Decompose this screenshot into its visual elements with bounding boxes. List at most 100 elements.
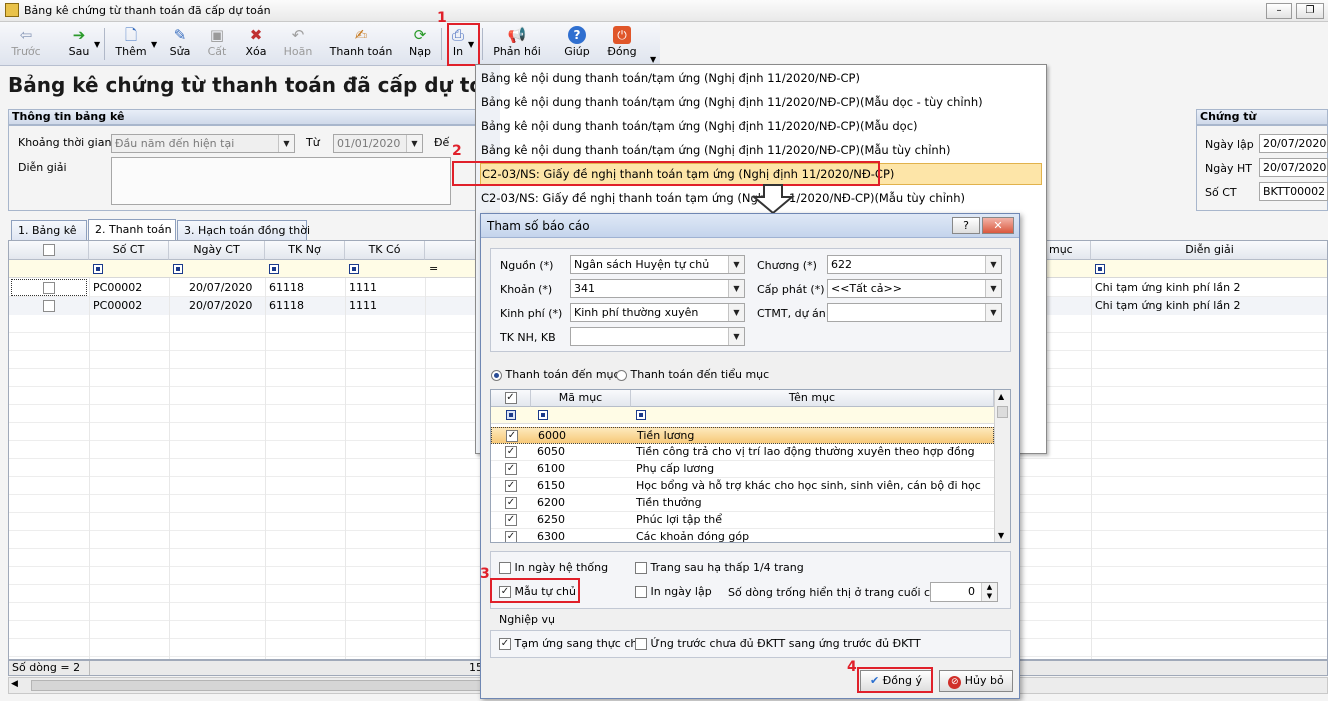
chevron-down-icon[interactable]: ▼: [728, 256, 744, 273]
item-select[interactable]: 341 ▼: [570, 279, 745, 298]
close-button[interactable]: ⏻ Đóng: [604, 24, 640, 64]
checkbox-icon[interactable]: [499, 562, 511, 574]
radio-tieumuc[interactable]: Thanh toán đến tiểu mục: [616, 368, 769, 381]
chevron-down-icon[interactable]: ▼: [650, 55, 656, 64]
checkbox-icon[interactable]: [635, 586, 647, 598]
filter-icon[interactable]: [1095, 264, 1105, 274]
scroll-up-icon[interactable]: ▲: [998, 392, 1004, 401]
chevron-down-icon[interactable]: ▼: [728, 304, 744, 321]
list-item[interactable]: ✓ 6050 Tiền công trả cho vị trí lao động t…: [491, 444, 994, 461]
checkbox-checked-icon[interactable]: ✓: [499, 638, 511, 650]
project-select[interactable]: ▼: [827, 303, 1002, 322]
checkbox-checked-icon[interactable]: ✓: [505, 480, 517, 492]
pay-button[interactable]: ✍ Thanh toán: [328, 24, 394, 64]
list-col-name[interactable]: Tên mục: [631, 390, 994, 407]
chevron-down-icon[interactable]: ▼: [728, 328, 744, 345]
radio-selected-icon[interactable]: [491, 369, 502, 381]
bank-select[interactable]: ▼: [570, 327, 745, 346]
scroll-down-icon[interactable]: ▼: [998, 531, 1004, 540]
period-select[interactable]: Đầu năm đến hiện tại ▼: [111, 134, 295, 153]
checkbox-checked-icon[interactable]: ✓: [504, 392, 517, 404]
filter-icon[interactable]: [93, 264, 103, 274]
checkbox-checked-icon[interactable]: ✓: [505, 497, 517, 509]
select-all-checkbox[interactable]: [42, 244, 55, 256]
tab-list[interactable]: 1. Bảng kê: [11, 220, 87, 240]
voucher-date-field[interactable]: 20/07/2020: [1259, 134, 1328, 153]
chevron-down-icon[interactable]: ▼: [151, 40, 157, 49]
chevron-down-icon[interactable]: ▼: [985, 256, 1001, 273]
opt-advance[interactable]: ✓ Tạm ứng sang thực chi: [499, 637, 640, 650]
menu-item-2[interactable]: Bảng kê nội dung thanh toán/tạm ứng (Ngh…: [480, 115, 1042, 137]
feedback-button[interactable]: 📢 Phản hồi: [490, 24, 544, 64]
filter-operator[interactable]: =: [425, 260, 445, 278]
checkbox-checked-icon[interactable]: ✓: [505, 514, 517, 526]
col-header-tk-no[interactable]: TK Nợ: [265, 241, 345, 260]
scroll-left-icon[interactable]: ◀: [11, 679, 18, 689]
radio-icon[interactable]: [616, 369, 627, 381]
col-header-dien-giai[interactable]: Diễn giải: [1091, 241, 1327, 260]
filter-icon[interactable]: [538, 410, 548, 420]
filter-icon[interactable]: [269, 264, 279, 274]
list-item[interactable]: ✓ 6100 Phụ cấp lương: [491, 461, 994, 478]
chevron-down-icon[interactable]: ▼: [728, 280, 744, 297]
help-button[interactable]: ? Giúp: [560, 24, 594, 64]
fund-select[interactable]: Kinh phí thường xuyên ▼: [570, 303, 745, 322]
filter-icon[interactable]: [506, 410, 516, 420]
filter-icon[interactable]: [173, 264, 183, 274]
menu-item-1[interactable]: Bảng kê nội dung thanh toán/tạm ứng (Ngh…: [480, 91, 1042, 113]
radio-muc[interactable]: Thanh toán đến mục: [491, 368, 620, 381]
description-field[interactable]: [111, 157, 451, 205]
next-button[interactable]: ➔ Sau: [62, 24, 96, 64]
col-header-so-ct[interactable]: Số CT: [89, 241, 169, 260]
list-scrollbar[interactable]: ▲ ▼: [994, 390, 1010, 542]
tab-payment[interactable]: 2. Thanh toán: [88, 219, 176, 241]
list-item[interactable]: ✓ 6250 Phúc lợi tập thể: [491, 512, 994, 529]
opt-half-page[interactable]: Trang sau hạ thấp 1/4 trang: [635, 561, 804, 574]
col-header-blank[interactable]: [425, 241, 481, 260]
checkbox-checked-icon[interactable]: ✓: [505, 446, 517, 458]
opt-print-sysdate[interactable]: In ngày hệ thống: [499, 561, 608, 574]
dialog-help-button[interactable]: ?: [952, 217, 980, 234]
menu-item-0[interactable]: Bảng kê nội dung thanh toán/tạm ứng (Ngh…: [480, 67, 1042, 89]
blank-rows-stepper[interactable]: 0 ▲ ▼: [930, 582, 998, 602]
chapter-select[interactable]: 622 ▼: [827, 255, 1002, 274]
source-select[interactable]: Ngân sách Huyện tự chủ ▼: [570, 255, 745, 274]
chevron-down-icon[interactable]: ▼: [985, 280, 1001, 297]
col-header-ngay-ct[interactable]: Ngày CT: [169, 241, 265, 260]
spin-arrows-icon[interactable]: ▲ ▼: [981, 583, 997, 601]
scroll-thumb[interactable]: [997, 406, 1008, 418]
prev-button[interactable]: ⇦ Trước: [6, 24, 46, 64]
list-item[interactable]: ✓ 6150 Học bổng và hỗ trợ khác cho học sin…: [491, 478, 994, 495]
col-header-tk-co[interactable]: TK Có: [345, 241, 425, 260]
list-item[interactable]: ✓ 6000 Tiền lương: [491, 427, 994, 444]
list-item[interactable]: ✓ 6300 Các khoản đóng góp: [491, 529, 994, 542]
chevron-down-icon[interactable]: ▼: [94, 40, 100, 49]
filter-icon[interactable]: [349, 264, 359, 274]
checkbox-checked-icon[interactable]: ✓: [506, 430, 518, 442]
add-button[interactable]: 🗋 Thêm: [112, 24, 150, 64]
checkbox-icon[interactable]: [635, 638, 647, 650]
list-item[interactable]: ✓ 6200 Tiền thưởng: [491, 495, 994, 512]
restore-button[interactable]: ❐: [1296, 3, 1324, 19]
list-select-all[interactable]: ✓: [491, 390, 531, 407]
list-col-code[interactable]: Mã mục: [531, 390, 631, 407]
filter-icon[interactable]: [636, 410, 646, 420]
tab-accounting[interactable]: 3. Hạch toán đồng thời: [177, 220, 310, 240]
row-checkbox[interactable]: [43, 300, 55, 312]
from-date-field[interactable]: 01/01/2020 ▼: [333, 134, 423, 153]
grant-select[interactable]: <<Tất cả>> ▼: [827, 279, 1002, 298]
undo-button[interactable]: ↶ Hoãn: [278, 24, 318, 64]
opt-print-date[interactable]: In ngày lập: [635, 585, 712, 598]
minimize-button[interactable]: –: [1266, 3, 1292, 19]
posting-date-field[interactable]: 20/07/2020: [1259, 158, 1328, 177]
cancel-button[interactable]: ⊘ Hủy bỏ: [939, 670, 1013, 692]
chevron-down-icon[interactable]: ▼: [406, 135, 422, 152]
save-button[interactable]: ▣ Cất: [202, 24, 232, 64]
checkbox-icon[interactable]: [635, 562, 647, 574]
menu-item-3[interactable]: Bảng kê nội dung thanh toán/tạm ứng (Ngh…: [480, 139, 1042, 161]
edit-button[interactable]: ✎ Sửa: [164, 24, 196, 64]
chevron-down-icon[interactable]: ▼: [985, 304, 1001, 321]
checkbox-checked-icon[interactable]: ✓: [505, 463, 517, 475]
chevron-down-icon[interactable]: ▼: [278, 135, 294, 152]
delete-button[interactable]: ✖ Xóa: [240, 24, 272, 64]
